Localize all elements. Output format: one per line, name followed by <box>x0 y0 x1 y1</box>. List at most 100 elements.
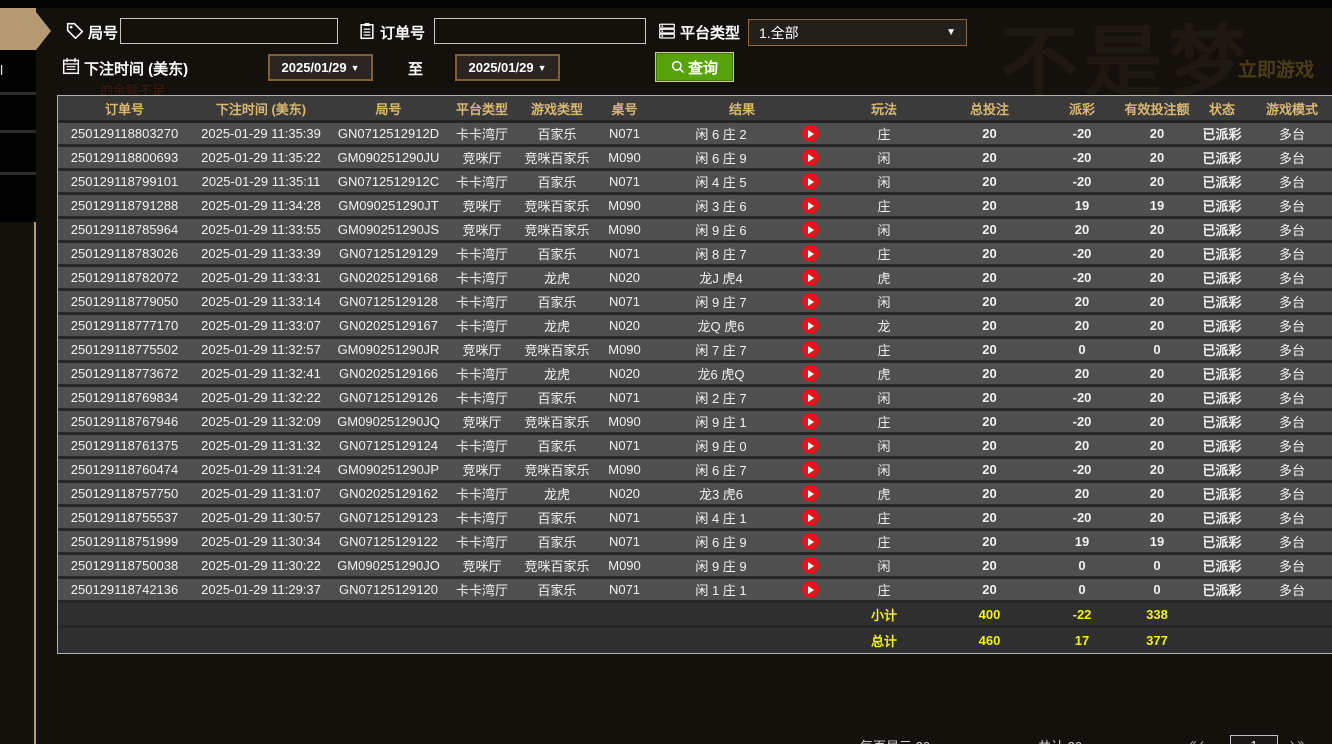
play-video-icon[interactable] <box>802 437 819 454</box>
cell-status: 已派彩 <box>1192 411 1252 435</box>
table-row: 2501291187604742025-01-29 11:31:24GM0902… <box>58 459 1332 483</box>
cell-table: M090 <box>596 339 653 363</box>
cell-payout: -20 <box>1042 507 1122 531</box>
cell-valid-bet: 20 <box>1122 171 1192 195</box>
cell-game-type: 百家乐 <box>518 243 596 267</box>
cell-round: GN0712512912D <box>331 123 446 147</box>
cell-result: 闲 1 庄 1 <box>653 579 789 603</box>
cell-total-bet: 20 <box>937 315 1042 339</box>
total-row: 总计 460 17 377 <box>58 628 1332 653</box>
per-page-text: 每页显示 20 <box>860 736 930 744</box>
play-video-icon[interactable] <box>802 341 819 358</box>
cell-game-type: 百家乐 <box>518 387 596 411</box>
cell-status: 已派彩 <box>1192 267 1252 291</box>
play-video-icon[interactable] <box>802 173 819 190</box>
play-video-icon[interactable] <box>802 365 819 382</box>
play-video-icon[interactable] <box>802 413 819 430</box>
cell-payout: 0 <box>1042 555 1122 579</box>
subtotal-label: 小计 <box>831 603 937 628</box>
page-prev-icons[interactable]: « ‹ <box>1190 736 1204 744</box>
play-video-icon[interactable] <box>802 533 819 550</box>
cell-table: N071 <box>596 531 653 555</box>
play-video-icon[interactable] <box>802 389 819 406</box>
sidebar-item-3[interactable] <box>0 95 36 130</box>
sidebar-item-2[interactable]: l <box>0 50 36 92</box>
cell-result: 闲 9 庄 7 <box>653 291 789 315</box>
play-video-icon[interactable] <box>802 197 819 214</box>
cell-platform: 竞咪厅 <box>446 219 518 243</box>
cell-order: 250129118782072 <box>58 267 191 291</box>
sidebar-item-label: l <box>0 50 36 78</box>
cell-play-type: 庄 <box>831 195 937 219</box>
sidebar-item-selected[interactable] <box>0 8 36 50</box>
play-video-icon[interactable] <box>802 461 819 478</box>
page-number-input[interactable]: 1 <box>1230 735 1278 744</box>
cell-game-mode: 多台 <box>1252 147 1332 171</box>
play-video-icon[interactable] <box>802 269 819 286</box>
cell-valid-bet: 20 <box>1122 387 1192 411</box>
cell-platform: 卡卡湾厅 <box>446 435 518 459</box>
cell-bet-time: 2025-01-29 11:30:34 <box>191 531 331 555</box>
play-video-icon[interactable] <box>802 581 819 598</box>
cell-platform: 卡卡湾厅 <box>446 531 518 555</box>
play-video-icon[interactable] <box>802 293 819 310</box>
play-video-icon[interactable] <box>802 509 819 526</box>
query-button[interactable]: 查询 <box>655 52 734 82</box>
cell-game-mode: 多台 <box>1252 435 1332 459</box>
round-number-input[interactable] <box>120 18 338 44</box>
cell-result: 龙J 虎4 <box>653 267 789 291</box>
cell-game-type: 竞咪百家乐 <box>518 459 596 483</box>
play-video-icon[interactable] <box>802 557 819 574</box>
order-number-input[interactable] <box>434 18 646 44</box>
cell-round: GM090251290JS <box>331 219 446 243</box>
cell-status: 已派彩 <box>1192 291 1252 315</box>
cell-table: N071 <box>596 507 653 531</box>
cell-game-type: 百家乐 <box>518 171 596 195</box>
play-video-icon[interactable] <box>802 317 819 334</box>
table-row: 2501291187771702025-01-29 11:33:07GN0202… <box>58 315 1332 339</box>
col-total-bet: 总投注 <box>937 96 1042 123</box>
cell-bet-time: 2025-01-29 11:31:07 <box>191 483 331 507</box>
play-video-icon[interactable] <box>802 221 819 238</box>
cell-table: M090 <box>596 555 653 579</box>
cell-game-mode: 多台 <box>1252 363 1332 387</box>
cell-order: 250129118785964 <box>58 219 191 243</box>
cell-payout: -20 <box>1042 459 1122 483</box>
chevron-down-icon: ▼ <box>351 63 360 73</box>
cell-table: N071 <box>596 387 653 411</box>
table-row: 2501291187555372025-01-29 11:30:57GN0712… <box>58 507 1332 531</box>
cell-game-type: 龙虎 <box>518 267 596 291</box>
play-video-icon[interactable] <box>802 485 819 502</box>
sidebar-item-5[interactable] <box>0 175 36 222</box>
cell-total-bet: 20 <box>937 507 1042 531</box>
col-payout: 派彩 <box>1042 96 1122 123</box>
cell-table: N020 <box>596 483 653 507</box>
table-row: 2501291187755022025-01-29 11:32:57GM0902… <box>58 339 1332 363</box>
date-to-picker[interactable]: 2025/01/29 ▼ <box>455 54 560 81</box>
play-video-icon[interactable] <box>802 245 819 262</box>
play-video-icon[interactable] <box>802 149 819 166</box>
cell-play-type: 庄 <box>831 339 937 363</box>
play-video-icon[interactable] <box>802 125 819 142</box>
subtotal-payout: -22 <box>1042 603 1122 628</box>
cell-table: M090 <box>596 219 653 243</box>
cell-platform: 卡卡湾厅 <box>446 315 518 339</box>
cell-order: 250129118800693 <box>58 147 191 171</box>
platform-type-select[interactable]: 1.全部 ▼ <box>748 19 967 46</box>
clipboard-icon <box>358 22 376 40</box>
cell-round: GN02025129162 <box>331 483 446 507</box>
cell-valid-bet: 20 <box>1122 147 1192 171</box>
page-next-icons[interactable]: › » <box>1290 736 1304 744</box>
date-from-picker[interactable]: 2025/01/29 ▼ <box>268 54 373 81</box>
cell-status: 已派彩 <box>1192 171 1252 195</box>
chevron-down-icon: ▼ <box>538 63 547 73</box>
cell-play-type: 庄 <box>831 123 937 147</box>
sidebar-item-4[interactable] <box>0 133 36 172</box>
cell-play-type: 庄 <box>831 411 937 435</box>
cell-table: N020 <box>596 363 653 387</box>
cell-result: 闲 9 庄 6 <box>653 219 789 243</box>
cell-play-type: 闲 <box>831 219 937 243</box>
cell-bet-time: 2025-01-29 11:33:55 <box>191 219 331 243</box>
cell-game-type: 龙虎 <box>518 315 596 339</box>
cell-valid-bet: 20 <box>1122 435 1192 459</box>
